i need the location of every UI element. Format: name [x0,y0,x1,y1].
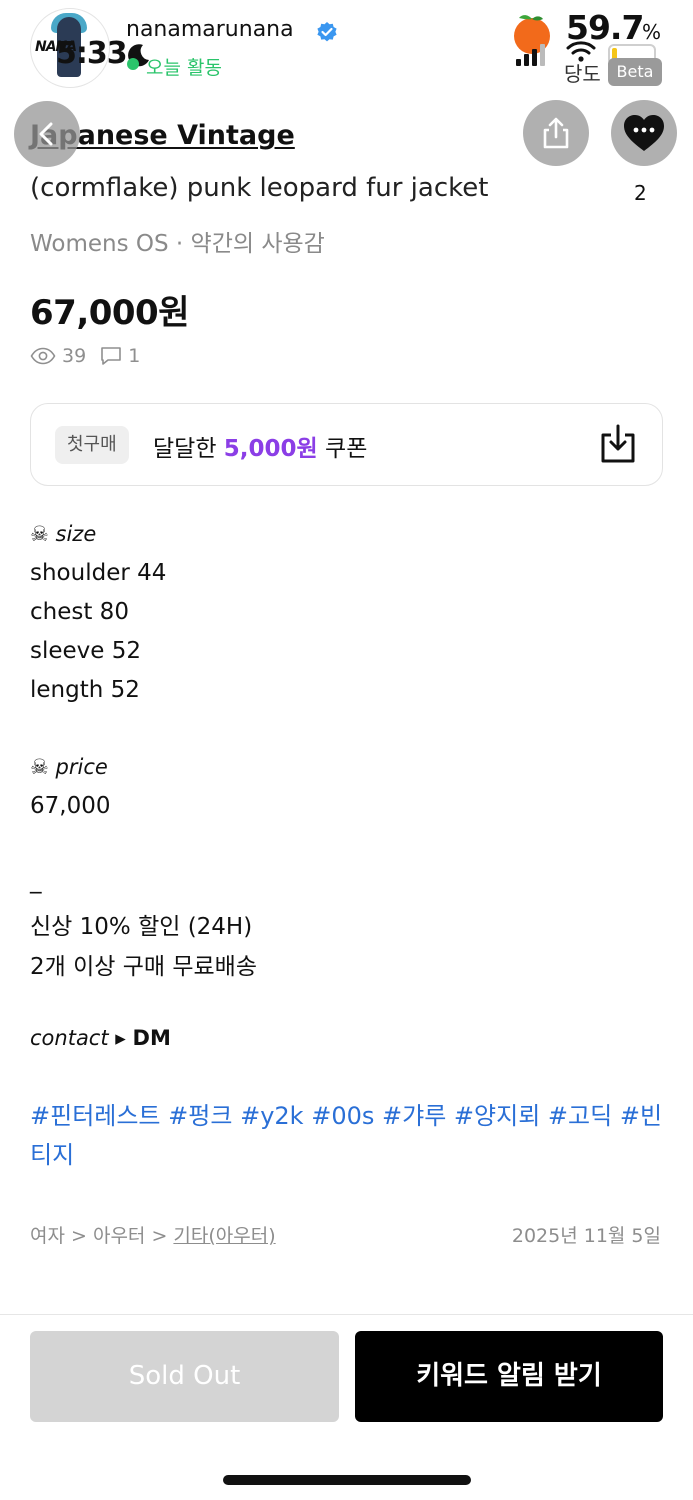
skull-icon: ☠ [30,755,49,779]
size-heading-text: size [55,522,97,546]
like-count: 2 [634,181,647,205]
post-date: 2025년 11월 5일 [511,1225,661,1247]
back-button[interactable] [14,101,80,167]
heart-icon [624,115,664,151]
size-heading: ☠ size [30,522,96,546]
hashtag-list: #핀터레스트 #펑크 #y2k #00s #갸루 #양지뢰 #고딕 #빈티지 [30,1097,663,1175]
activity-status: 오늘 활동 [146,57,222,79]
hashtag[interactable]: #펑크 [168,1102,232,1130]
sold-out-button: Sold Out [30,1331,339,1422]
coupon-banner[interactable]: 첫구매 달달한 5,000원 쿠폰 [30,403,663,486]
battery-percent-unit: % [642,20,662,44]
hashtag[interactable]: #y2k [240,1102,303,1130]
back-icon [39,122,53,146]
seller-username[interactable]: nanamarunana [126,17,294,42]
coupon-text-after: 쿠폰 [317,436,368,462]
size-line: sleeve 52 [30,638,142,664]
product-stats: 39 1 [30,345,140,367]
coupon-tag: 첫구매 [55,426,129,464]
share-icon [543,117,569,149]
breadcrumb: 여자 > 아우터 > 기타(아우터) [30,1221,276,1248]
separator-dash: _ [30,868,42,894]
status-bar: NANA 5:33 nanamarunana 오늘 활동 59.7 % 당도 B… [0,0,693,95]
size-line: shoulder 44 [30,560,167,586]
hashtag[interactable]: #핀터레스트 [30,1102,161,1130]
comment-count: 1 [128,345,141,367]
coupon-amount: 5,000원 [223,436,318,462]
hashtag[interactable]: #양지뢰 [454,1102,540,1130]
active-status-dot [127,58,139,70]
keyword-alert-button[interactable]: 키워드 알림 받기 [355,1331,663,1422]
breadcrumb-level2[interactable]: 아우터 [93,1225,145,1247]
signal-icon [516,44,545,66]
beta-badge: Beta [608,58,662,86]
size-line: length 52 [30,677,140,703]
contact-arrow: ▸ [115,1026,126,1050]
breadcrumb-separator: > [64,1225,93,1247]
product-price: 67,000원 [30,293,189,333]
hashtag[interactable]: #갸루 [382,1102,446,1130]
price-heading-text: price [55,755,108,779]
contact-line: contact ▸ DM [30,1026,171,1050]
promo-line: 신상 10% 할인 (24H) [30,914,253,940]
region-label: 당도 [564,62,601,86]
comment-icon [101,347,121,365]
coupon-text-before: 달달한 [153,436,224,462]
breadcrumb-level1[interactable]: 여자 [30,1225,65,1247]
price-heading: ☠ price [30,755,108,779]
hashtag[interactable]: #00s [311,1102,374,1130]
coupon-text: 달달한 5,000원 쿠폰 [153,429,367,463]
breadcrumb-separator: > [145,1225,174,1247]
price-line: 67,000 [30,793,111,819]
contact-value: DM [132,1026,171,1050]
download-icon[interactable] [599,424,637,464]
promo-line: 2개 이상 구매 무료배송 [30,954,258,980]
product-subtitle: Womens OS · 약간의 사용감 [30,231,325,257]
share-button[interactable] [523,100,589,166]
breadcrumb-level3[interactable]: 기타(아우터) [173,1225,275,1247]
like-button[interactable] [611,100,677,166]
home-indicator[interactable] [223,1475,471,1485]
view-count: 39 [62,345,87,367]
eye-icon [30,347,56,365]
contact-label: contact [30,1026,109,1050]
hashtag[interactable]: #고딕 [548,1102,612,1130]
product-title: (cormflake) punk leopard fur jacket [30,173,489,203]
skull-icon: ☠ [30,522,49,546]
size-line: chest 80 [30,599,129,625]
bottom-divider [0,1314,693,1315]
verified-icon [317,22,337,42]
status-time: 5:33 [56,36,128,71]
